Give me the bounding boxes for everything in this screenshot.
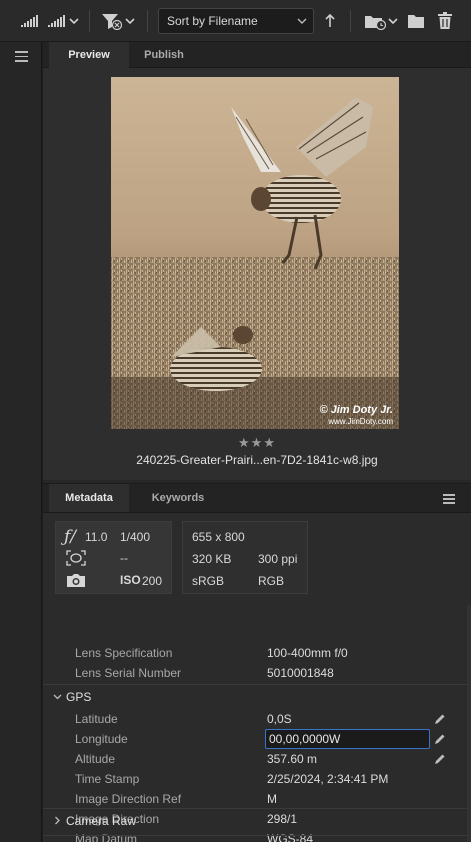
file-size: 320 KB [192,552,232,566]
tab-publish[interactable]: Publish [129,42,199,68]
aperture-icon: ƒ/ [64,527,77,547]
watermark-line-2: www.JimDoty.com [327,417,393,426]
delete-icon[interactable] [436,11,454,31]
chevron-down-icon [53,690,62,707]
metadata-row-timestamp: Time Stamp 2/25/2024, 2:34:41 PM [43,772,471,792]
chevron-down-icon [297,9,307,41]
sort-select[interactable]: Sort by Filename [158,8,314,34]
camera-icon [66,573,86,591]
metadata-value[interactable]: 0,0S [267,712,292,726]
section-divider [43,835,471,836]
metadata-value: M [267,792,277,806]
preview-image[interactable]: © Jim Doty Jr. www.JimDoty.com [111,77,399,429]
longitude-edit-input[interactable]: 00,00,0000W [265,729,430,749]
chevron-right-icon [53,814,62,831]
metadata-row-lens-spec: Lens Specification 100-400mm f/0 [43,646,471,666]
metadata-value[interactable]: 357.60 m [267,752,317,766]
edit-pencil-icon[interactable] [434,713,446,728]
top-toolbar: Sort by Filename [0,0,471,42]
color-profile: sRGB [192,574,225,588]
color-mode: RGB [258,574,285,588]
metadata-value: 100-400mm f/0 [267,646,348,660]
metadata-label: Image Direction Ref [75,792,182,806]
section-title: GPS [66,690,92,704]
watermark-line-1: © Jim Doty Jr. [319,404,393,416]
metadata-panel: ƒ/ 11.0 1/400 -- ISO 200 655 x 800 320 K… [43,513,471,842]
edit-pencil-icon[interactable] [434,733,446,748]
metadata-menu-icon[interactable] [443,494,455,506]
toolbar-divider [147,10,148,32]
tab-keywords[interactable]: Keywords [137,484,219,512]
tab-metadata[interactable]: Metadata [49,484,129,512]
metadata-row-image-direction-ref: Image Direction Ref M [43,792,471,812]
filter-icon[interactable] [100,11,136,31]
metadata-scrollbar[interactable] [467,605,471,842]
metering-icon [66,550,86,569]
left-panel-collapsed [0,42,42,842]
metadata-row-altitude: Altitude 357.60 m [43,752,471,772]
metadata-row-longitude: Longitude 00,00,0000W [43,729,471,752]
section-title: Camera Raw [66,814,137,828]
image-dimensions: 655 x 800 [192,530,245,544]
metadata-row-lens-serial: Lens Serial Number 5010001848 [43,666,471,686]
preview-tab-bar: Preview Publish [43,42,471,68]
metadata-label: Altitude [75,752,116,766]
file-info-box: 655 x 800 320 KB 300 ppi sRGB RGB [182,521,308,594]
aperture-value: 11.0 [85,530,108,544]
metadata-label: Time Stamp [75,772,140,786]
metadata-label: Latitude [75,712,118,726]
edit-pencil-icon[interactable] [434,753,446,768]
panel-menu-icon[interactable] [15,51,28,65]
toolbar-divider [350,10,351,32]
section-gps-header[interactable]: GPS [43,690,471,714]
metadata-label: Lens Serial Number [75,666,182,680]
camera-info-box: ƒ/ 11.0 1/400 -- ISO 200 [55,521,172,594]
metadata-label: Lens Specification [75,646,173,660]
preview-filename: 240225-Greater-Prairi...en-7D2-1841c-w8.… [136,453,378,467]
section-divider [43,808,471,809]
rating-filter-dropdown-icon[interactable] [46,11,80,31]
metadata-label: Longitude [75,732,128,746]
metadata-value: 2/25/2024, 2:34:41 PM [267,772,389,786]
iso-label: ISO [120,573,141,587]
metadata-tab-bar: Metadata Keywords [43,483,471,513]
rating-filter-icon[interactable] [18,11,40,31]
tab-preview[interactable]: Preview [49,42,129,68]
inspector-panel: Preview Publish © Jim Doty Jr. www.JimDo… [43,42,471,842]
section-divider [43,684,471,685]
iso-value: 200 [142,574,163,588]
resolution: 300 ppi [258,552,298,566]
sort-select-label: Sort by Filename [167,14,258,28]
toolbar-divider [89,10,90,32]
sort-direction-icon[interactable] [322,11,338,31]
new-folder-icon[interactable] [406,11,426,31]
metering-value: -- [120,551,128,565]
open-recent-icon[interactable] [364,11,398,31]
shutter-value: 1/400 [120,530,151,544]
preview-area: © Jim Doty Jr. www.JimDoty.com ★★★ 24022… [43,68,471,480]
metadata-value: 5010001848 [267,666,334,680]
rating-stars[interactable]: ★★★ [43,435,471,451]
